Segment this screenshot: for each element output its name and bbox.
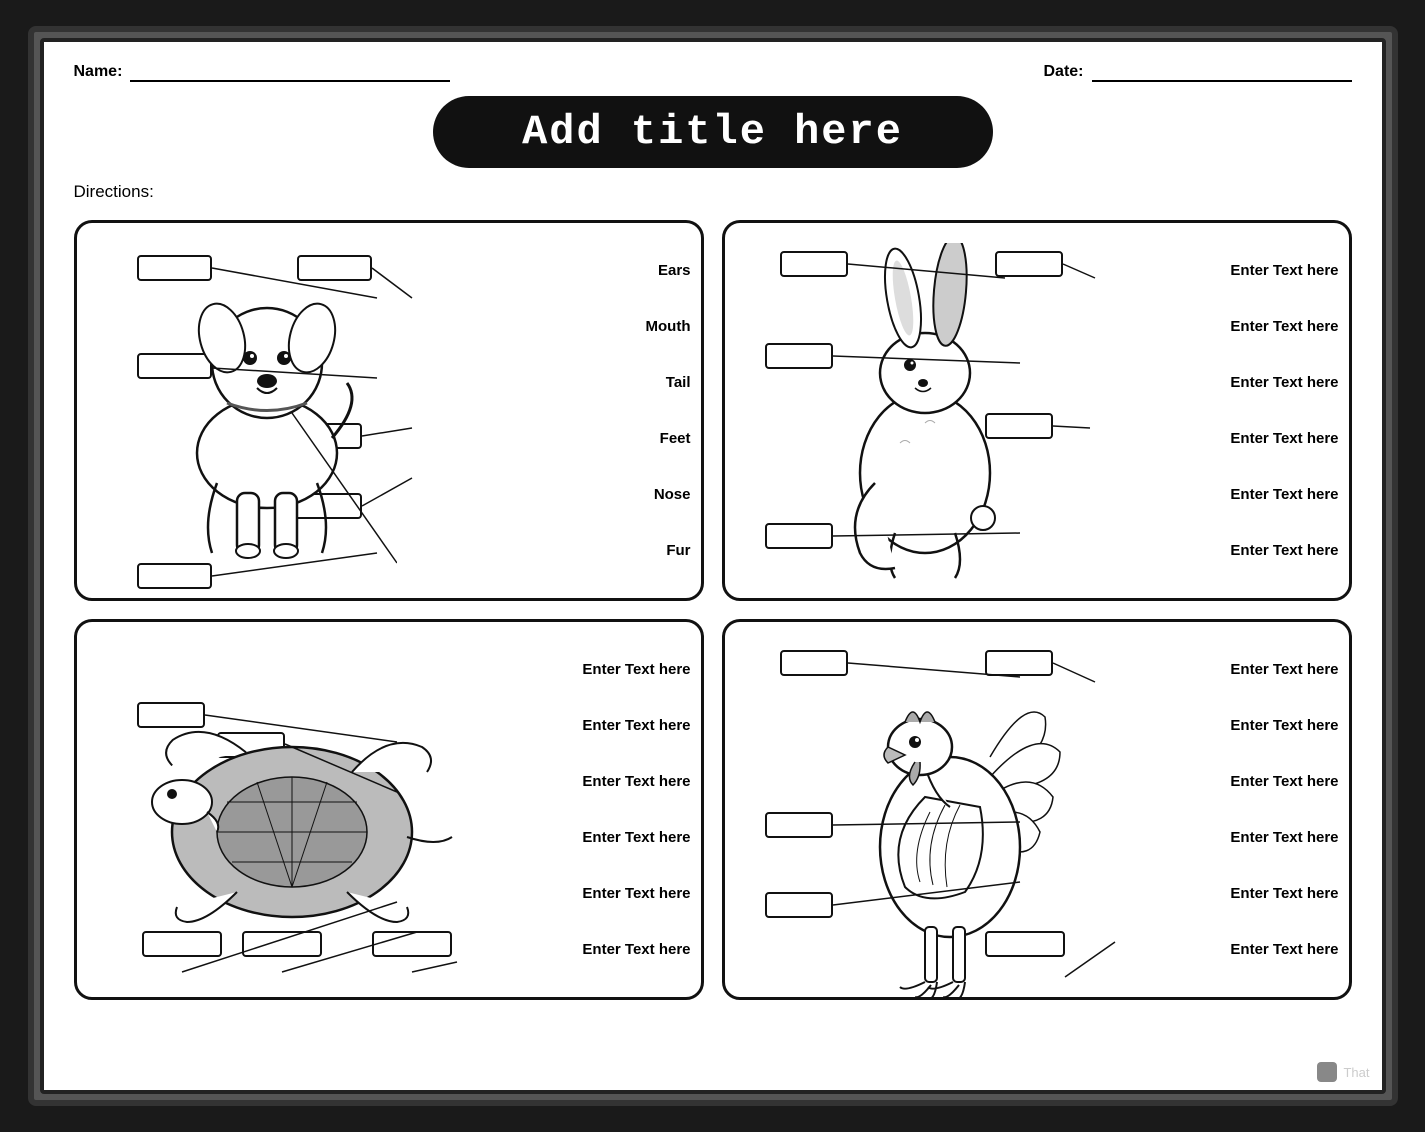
dog-quadrant: Ears Mouth Tail Feet Nose Fur	[74, 220, 704, 601]
dog-image	[137, 253, 397, 573]
dog-label-fur: Fur	[666, 542, 690, 559]
directions-row: Directions:	[74, 182, 1352, 202]
dog-label-ears: Ears	[658, 262, 691, 279]
rooster-label-r6: Enter Text here	[1230, 941, 1338, 958]
title-box: Add title here	[74, 96, 1352, 168]
rabbit-right-labels: Enter Text here Enter Text here Enter Te…	[1230, 223, 1338, 598]
rabbit-label-r3: Enter Text here	[1230, 374, 1338, 391]
dog-label-nose: Nose	[654, 486, 691, 503]
rabbit-label-r5: Enter Text here	[1230, 486, 1338, 503]
header-row: Name: Date:	[74, 62, 1352, 82]
date-line	[1092, 62, 1352, 82]
dog-label-feet: Feet	[660, 430, 691, 447]
rooster-label-r1: Enter Text here	[1230, 661, 1338, 678]
name-label: Name:	[74, 63, 123, 81]
rooster-right-labels: Enter Text here Enter Text here Enter Te…	[1230, 622, 1338, 997]
rabbit-image	[805, 243, 1045, 583]
turtle-quadrant: Enter Text here Enter Text here Enter Te…	[74, 619, 704, 1000]
page-title[interactable]: Add title here	[522, 108, 903, 156]
dog-label-mouth: Mouth	[646, 318, 691, 335]
title-pill: Add title here	[433, 96, 993, 168]
turtle-label-r4: Enter Text here	[582, 829, 690, 846]
rabbit-quadrant: Enter Text here Enter Text here Enter Te…	[722, 220, 1352, 601]
turtle-label-r3: Enter Text here	[582, 773, 690, 790]
turtle-label-r5: Enter Text here	[582, 885, 690, 902]
rooster-label-r3: Enter Text here	[1230, 773, 1338, 790]
rabbit-label-r4: Enter Text here	[1230, 430, 1338, 447]
date-field: Date:	[1043, 62, 1351, 82]
dog-right-labels: Ears Mouth Tail Feet Nose Fur	[646, 223, 691, 598]
rooster-image	[805, 637, 1065, 997]
rooster-quadrant: Enter Text here Enter Text here Enter Te…	[722, 619, 1352, 1000]
turtle-label-r1: Enter Text here	[582, 661, 690, 678]
turtle-right-labels: Enter Text here Enter Text here Enter Te…	[582, 622, 690, 997]
directions-label: Directions:	[74, 182, 154, 201]
rabbit-label-r6: Enter Text here	[1230, 542, 1338, 559]
date-label: Date:	[1043, 63, 1083, 81]
rabbit-label-r1: Enter Text here	[1230, 262, 1338, 279]
name-line	[130, 62, 450, 82]
turtle-label-r6: Enter Text here	[582, 941, 690, 958]
inner-border: Name: Date: Add title here Directions:	[40, 38, 1386, 1094]
name-field: Name:	[74, 62, 451, 82]
bottom-bar: That	[1317, 1062, 1369, 1082]
app-name: That	[1343, 1065, 1369, 1080]
turtle-label-r2: Enter Text here	[582, 717, 690, 734]
rabbit-label-r2: Enter Text here	[1230, 318, 1338, 335]
turtle-image	[127, 682, 467, 962]
quadrants-grid: Ears Mouth Tail Feet Nose Fur	[74, 220, 1352, 1000]
rooster-label-r2: Enter Text here	[1230, 717, 1338, 734]
dog-label-tail: Tail	[666, 374, 691, 391]
rooster-label-r4: Enter Text here	[1230, 829, 1338, 846]
outer-border: Name: Date: Add title here Directions:	[28, 26, 1398, 1106]
chat-icon	[1317, 1062, 1337, 1082]
rooster-label-r5: Enter Text here	[1230, 885, 1338, 902]
